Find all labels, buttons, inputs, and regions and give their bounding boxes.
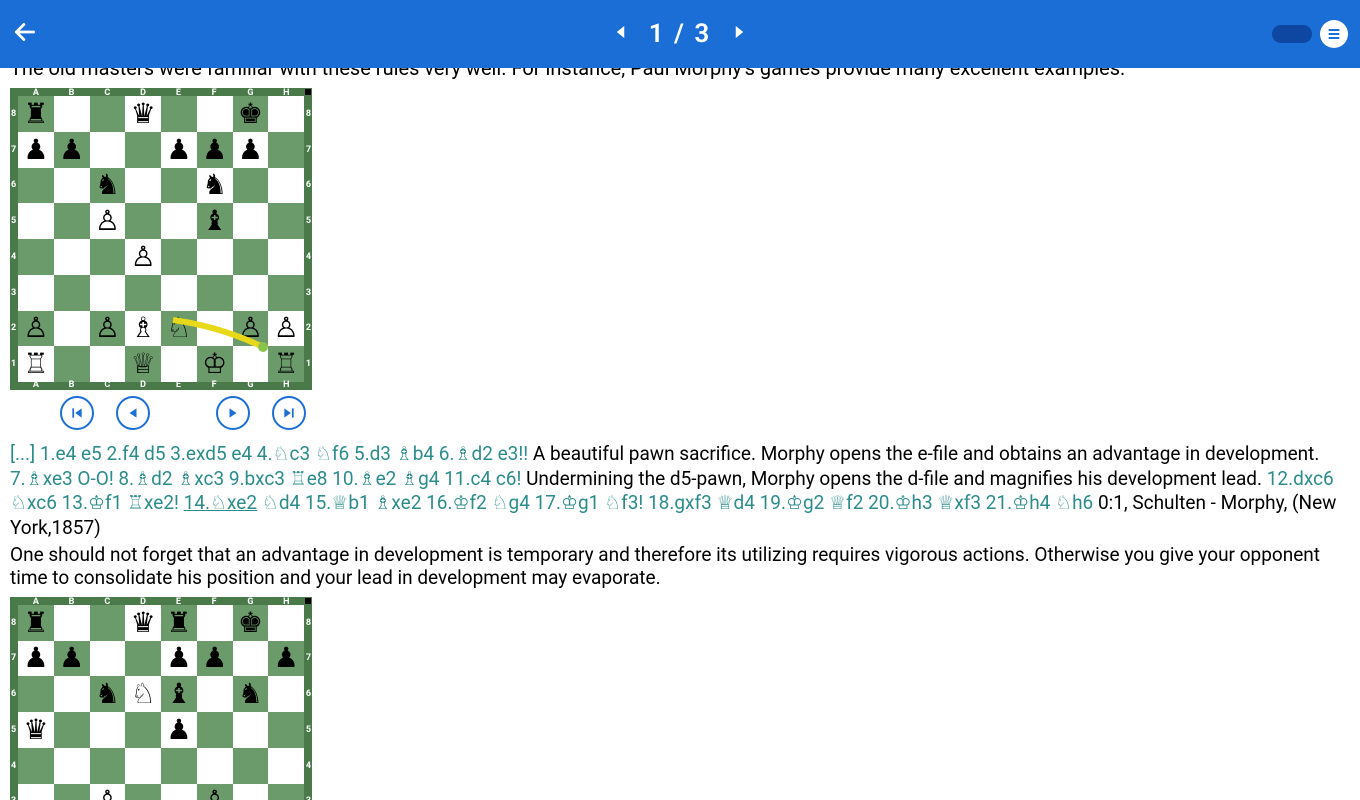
move-list[interactable]: [...] 1.e4 e5 2.f4 d5 3.exd5 e4 4.♘c3 ♘f…	[10, 442, 1360, 541]
prev-move-button[interactable]	[116, 396, 150, 430]
chess-board-1[interactable]: ♜♛♚♟♟♟♟♟♞♞♙♝♙♙♙♗♘♙♙♖♕♔♖ AABBCCDDEEFFGGHH…	[10, 88, 312, 390]
page-counter: 1 / 3	[649, 19, 712, 49]
next-page-button[interactable]	[729, 23, 747, 45]
prev-page-button[interactable]	[613, 23, 631, 45]
chess-board-2[interactable]: ♜♛♜♚♟♟♟♟♟♞♘♝♞♛♟♙♙ AABBCCDDEEFFGGHH887766…	[10, 597, 312, 800]
intro-text: The old masters were familiar with these…	[10, 68, 1360, 80]
moves-segment[interactable]: 7.♗xe3 O-O! 8.♗d2 ♗xc3 9.bxc3 ♖e8 10.♗e2…	[10, 467, 521, 490]
annotation: A beautiful pawn sacrifice. Morphy opens…	[533, 442, 1320, 465]
back-button[interactable]	[12, 19, 38, 49]
moves-segment[interactable]: [...] 1.e4 e5 2.f4 d5 3.exd5 e4 4.♘c3 ♘f…	[10, 442, 528, 465]
playback-controls	[60, 396, 1360, 430]
main-content: The old masters were familiar with these…	[0, 68, 1360, 800]
first-move-button[interactable]	[60, 396, 94, 430]
current-move[interactable]: 14.♘xe2	[184, 491, 257, 514]
toggle-switch[interactable]	[1272, 25, 1312, 43]
closing-text: One should not forget that an advantage …	[10, 543, 1360, 589]
list-icon[interactable]	[1320, 20, 1348, 48]
moves-segment[interactable]: ♘d4 15.♕b1 ♗xe2 16.♔f2 ♘g4 17.♔g1 ♘f3! 1…	[262, 491, 1093, 514]
app-bar: 1 / 3	[0, 0, 1360, 68]
annotation: Undermining the d5-pawn, Morphy opens th…	[526, 467, 1262, 490]
next-move-button[interactable]	[216, 396, 250, 430]
last-move-button[interactable]	[272, 396, 306, 430]
